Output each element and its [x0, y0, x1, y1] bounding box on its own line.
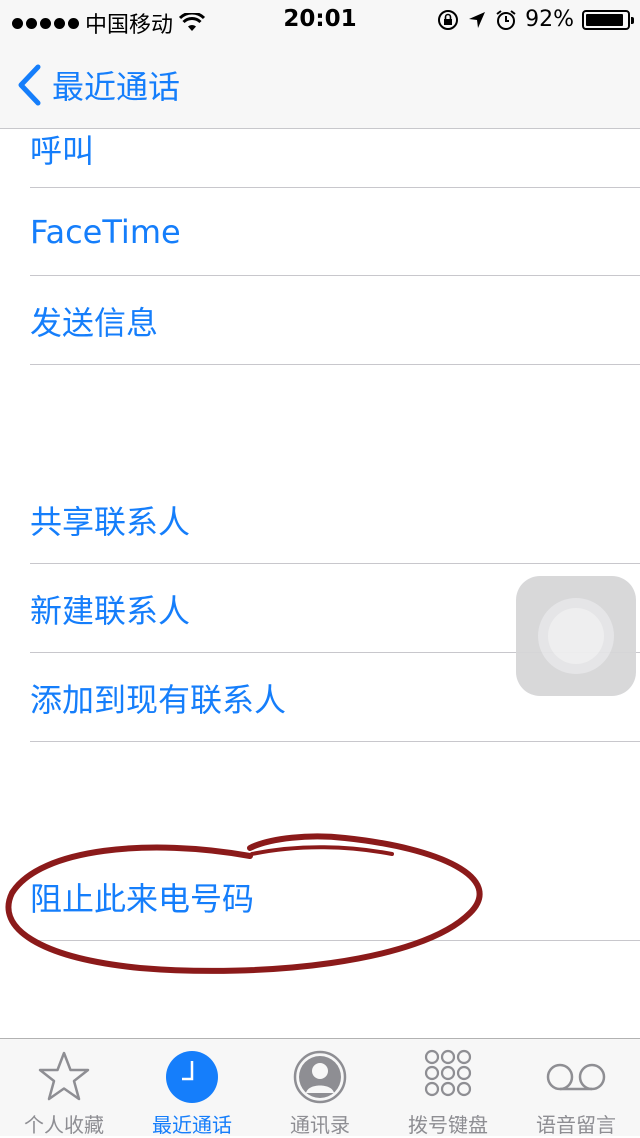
new-contact-label: 新建联系人 — [30, 591, 191, 630]
status-right: 92% — [437, 7, 634, 32]
status-bar: 中国移动 20:01 92% — [0, 0, 640, 40]
share-contact-row[interactable]: 共享联系人 — [30, 476, 640, 564]
add-to-existing-contact-label: 添加到现有联系人 — [30, 680, 287, 719]
tab-voicemail[interactable]: 语音留言 — [512, 1039, 640, 1137]
tab-keypad-label: 拨号键盘 — [408, 1113, 488, 1137]
assistive-touch-button[interactable] — [516, 576, 636, 696]
battery-percent: 92% — [525, 7, 574, 32]
keypad-icon — [424, 1049, 472, 1097]
red-circle-annotation — [5, 833, 483, 974]
call-row[interactable]: 呼叫 — [30, 110, 640, 188]
contacts-icon — [293, 1050, 347, 1104]
voicemail-icon — [546, 1063, 606, 1091]
call-label: 呼叫 — [30, 131, 95, 170]
send-message-label: 发送信息 — [30, 303, 159, 342]
assistive-touch-center — [548, 608, 604, 664]
battery-icon — [582, 9, 634, 30]
tab-voicemail-label: 语音留言 — [536, 1113, 616, 1137]
send-message-row[interactable]: 发送信息 — [30, 277, 640, 365]
tab-bar: 个人收藏 最近通话 通讯录 拨号键盘 语音留言 — [0, 1038, 640, 1137]
star-icon — [38, 1051, 90, 1101]
tab-contacts[interactable]: 通讯录 — [256, 1039, 384, 1137]
back-button-label: 最近通话 — [52, 68, 181, 106]
tab-favorites-label: 个人收藏 — [24, 1113, 104, 1137]
back-button[interactable]: 最近通话 — [16, 62, 180, 108]
share-contact-label: 共享联系人 — [30, 502, 191, 541]
tab-recents-label: 最近通话 — [152, 1113, 232, 1137]
tab-recents[interactable]: 最近通话 — [128, 1039, 256, 1137]
facetime-label: FaceTime — [30, 212, 181, 251]
tab-favorites[interactable]: 个人收藏 — [0, 1039, 128, 1137]
location-icon — [469, 11, 486, 28]
tab-keypad[interactable]: 拨号键盘 — [384, 1039, 512, 1137]
alarm-icon — [496, 9, 516, 30]
clock-icon — [166, 1051, 218, 1103]
tab-contacts-label: 通讯录 — [290, 1113, 350, 1137]
facetime-row[interactable]: FaceTime — [30, 188, 640, 276]
rotation-lock-icon — [438, 9, 459, 30]
chevron-left-icon — [18, 64, 41, 106]
